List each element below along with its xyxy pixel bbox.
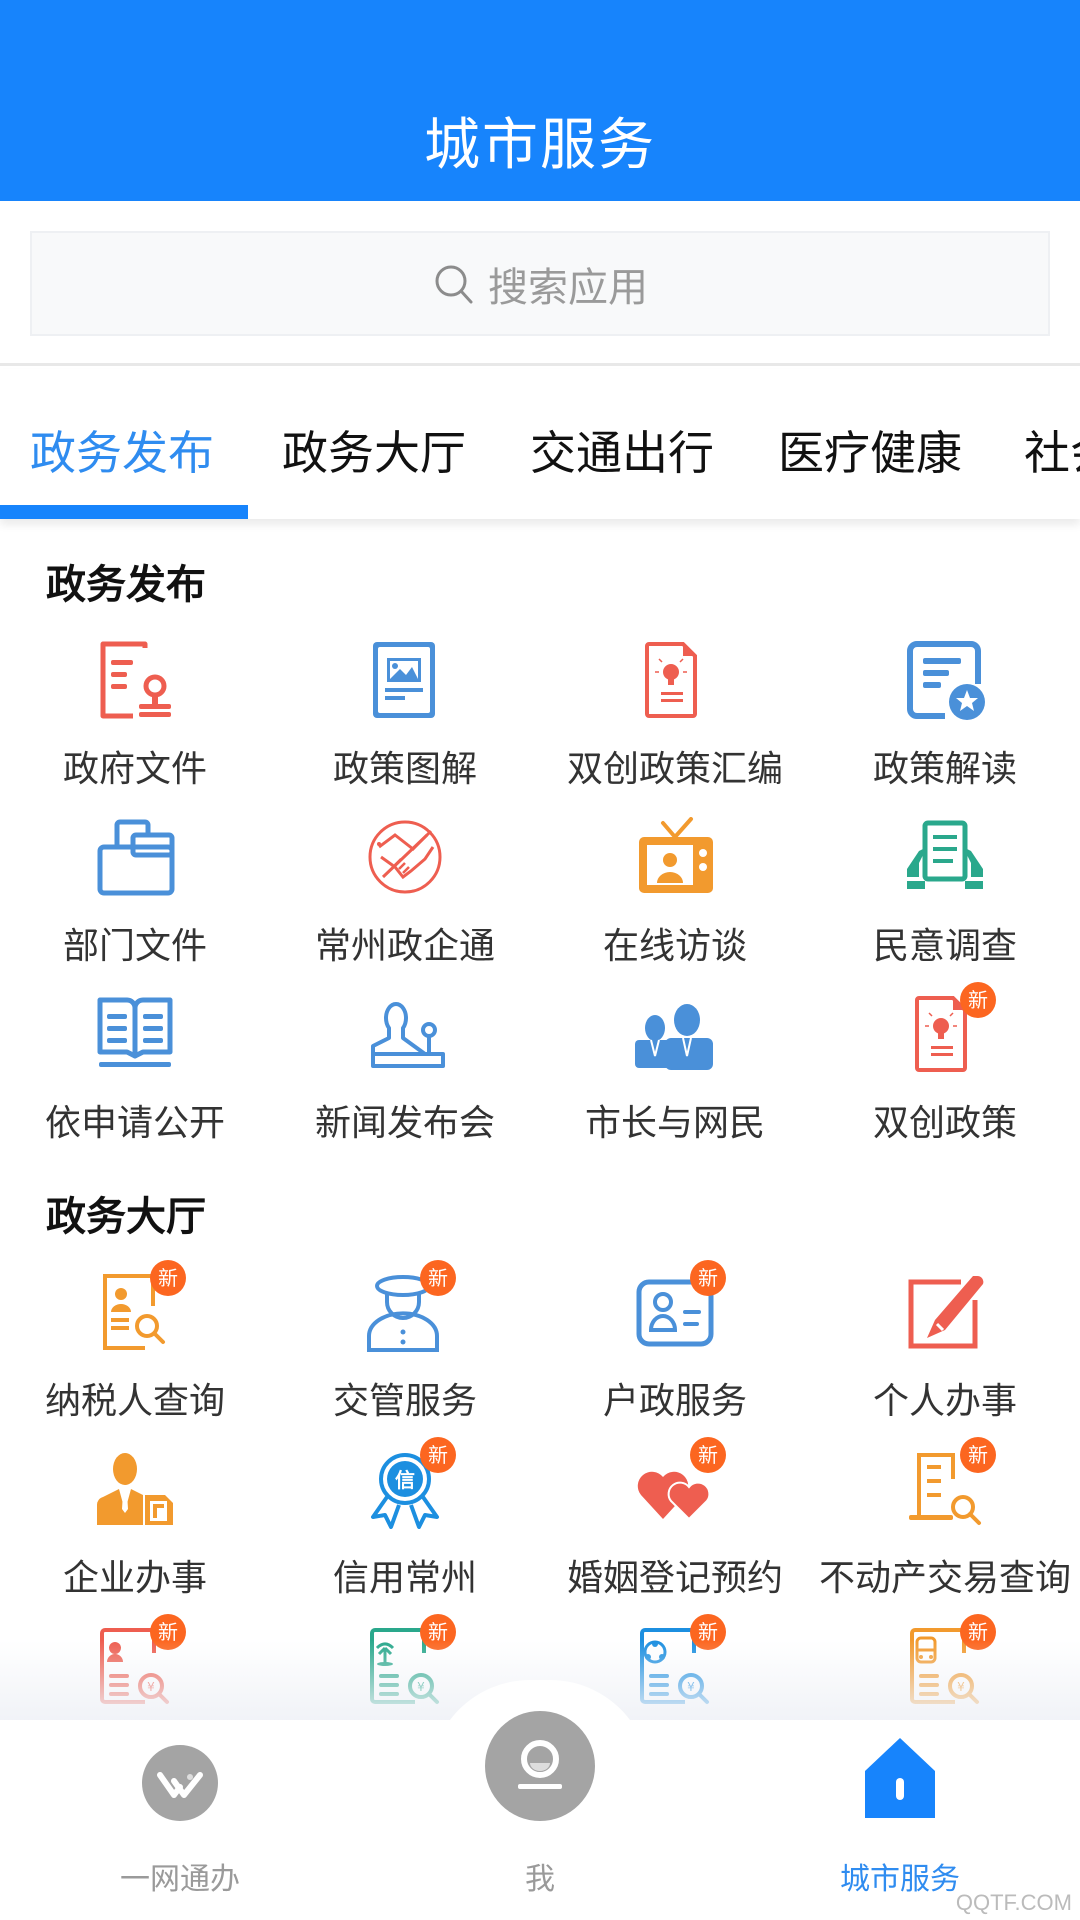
new-badge: 新: [690, 1437, 726, 1473]
service-item[interactable]: 新双创政策: [810, 982, 1080, 1164]
service-item-label: 民意调查: [872, 926, 1017, 967]
service-item-label: 婚姻登记预约: [566, 1558, 783, 1599]
new-badge: 新: [420, 1260, 456, 1296]
service-item[interactable]: 信新信用常州: [270, 1437, 540, 1619]
section-title-government-release: 政务发布: [46, 562, 206, 608]
service-item[interactable]: 政策解读: [810, 640, 1080, 810]
service-item[interactable]: 在线访谈: [540, 817, 810, 987]
tab-transportation[interactable]: 交通出行: [530, 417, 714, 483]
service-item[interactable]: 新户政服务: [540, 1260, 810, 1442]
star-document-icon: [907, 641, 985, 720]
nav-item-one-network[interactable]: 一网通办: [30, 1720, 330, 1920]
nav-label-me: 我: [525, 1862, 555, 1897]
service-item-label: 不动产交易查询: [818, 1558, 1071, 1599]
service-item[interactable]: 政策图解: [270, 640, 540, 810]
svg-text:信: 信: [395, 1468, 415, 1492]
service-item[interactable]: 个人办事: [810, 1272, 1080, 1442]
new-badge: 新: [960, 1437, 996, 1473]
service-item[interactable]: 常州政企通: [270, 817, 540, 987]
folder-icon: [97, 819, 175, 896]
open-book-icon: [97, 997, 173, 1067]
category-tabs: 政务发布 政务大厅 交通出行 医疗健康 社会: [0, 369, 1080, 519]
tab-medical-health[interactable]: 医疗健康: [778, 417, 962, 483]
document-stamp-icon: [100, 641, 171, 719]
tv-icon: [639, 817, 713, 893]
service-item-label: 企业办事: [62, 1558, 207, 1599]
watermark: QQTF.COM: [955, 1890, 1072, 1915]
tab-social[interactable]: 社会: [1024, 417, 1080, 483]
service-item[interactable]: 双创政策汇编: [540, 640, 810, 810]
service-item[interactable]: 新纳税人查询: [0, 1260, 270, 1442]
edit-icon: [908, 1275, 984, 1349]
handshake-icon: [368, 820, 442, 894]
service-item[interactable]: 民意调查: [810, 817, 1080, 987]
speaker-podium-icon: [371, 1002, 445, 1068]
service-item[interactable]: 部门文件: [0, 817, 270, 987]
user-icon: [485, 1711, 595, 1821]
home-icon: [865, 1738, 935, 1818]
service-item-label: 双创政策: [872, 1103, 1017, 1144]
service-item-label: 双创政策汇编: [566, 749, 783, 790]
service-item-label: 在线访谈: [602, 926, 747, 967]
new-badge: 新: [690, 1260, 726, 1296]
service-item[interactable]: 新闻发布会: [270, 994, 540, 1164]
businessman-icon: [96, 1453, 173, 1525]
service-item-label: 户政服务: [602, 1381, 747, 1422]
people-icon: [635, 1004, 713, 1070]
app-header: 城市服务: [0, 0, 1080, 201]
service-item[interactable]: 新不动产交易查询: [810, 1437, 1080, 1619]
section-title-government-hall: 政务大厅: [46, 1194, 206, 1240]
search-input[interactable]: 搜索应用: [30, 231, 1050, 336]
new-badge: 新: [420, 1437, 456, 1473]
page-title: 城市服务: [424, 113, 656, 178]
service-item-label: 纳税人查询: [44, 1381, 225, 1422]
service-item[interactable]: 新交管服务: [270, 1260, 540, 1442]
service-item-label: 依申请公开: [44, 1103, 225, 1144]
w-logo-icon: [142, 1745, 218, 1821]
picture-document-icon: [373, 642, 435, 718]
new-badge: 新: [150, 1260, 186, 1296]
service-item-label: 市长与网民: [584, 1103, 765, 1144]
service-item-label: 政策图解: [332, 749, 477, 790]
search-icon: [435, 265, 473, 303]
service-item-label: 新闻发布会: [314, 1103, 495, 1144]
nav-item-me[interactable]: 我: [390, 1711, 690, 1920]
search-area: 搜索应用: [0, 201, 1080, 366]
service-item[interactable]: 政府文件: [0, 640, 270, 810]
survey-hands-icon: [907, 820, 983, 889]
tab-government-hall[interactable]: 政务大厅: [282, 417, 466, 483]
new-badge: 新: [960, 982, 996, 1018]
service-item-label: 常州政企通: [314, 926, 495, 967]
service-item-label: 交管服务: [332, 1381, 477, 1422]
service-item-label: 部门文件: [62, 926, 207, 967]
service-item[interactable]: 市长与网民: [540, 994, 810, 1164]
service-item-label: 个人办事: [872, 1381, 1017, 1422]
nav-label-one-network: 一网通办: [120, 1862, 240, 1897]
lightbulb-document-icon: [645, 642, 697, 718]
search-placeholder: 搜索应用: [488, 264, 648, 311]
service-item-label: 政府文件: [62, 749, 207, 790]
service-item[interactable]: 新婚姻登记预约: [540, 1437, 810, 1619]
active-tab-indicator: [0, 505, 248, 519]
bottom-navigation: 一网通办 我 城市服务 QQTF.COM: [0, 1711, 1080, 1920]
service-item-label: 信用常州: [332, 1558, 477, 1599]
service-item-label: 政策解读: [872, 749, 1017, 790]
tab-government-release[interactable]: 政务发布: [30, 417, 214, 483]
service-item[interactable]: 依申请公开: [0, 994, 270, 1164]
service-item[interactable]: 企业办事: [0, 1449, 270, 1619]
